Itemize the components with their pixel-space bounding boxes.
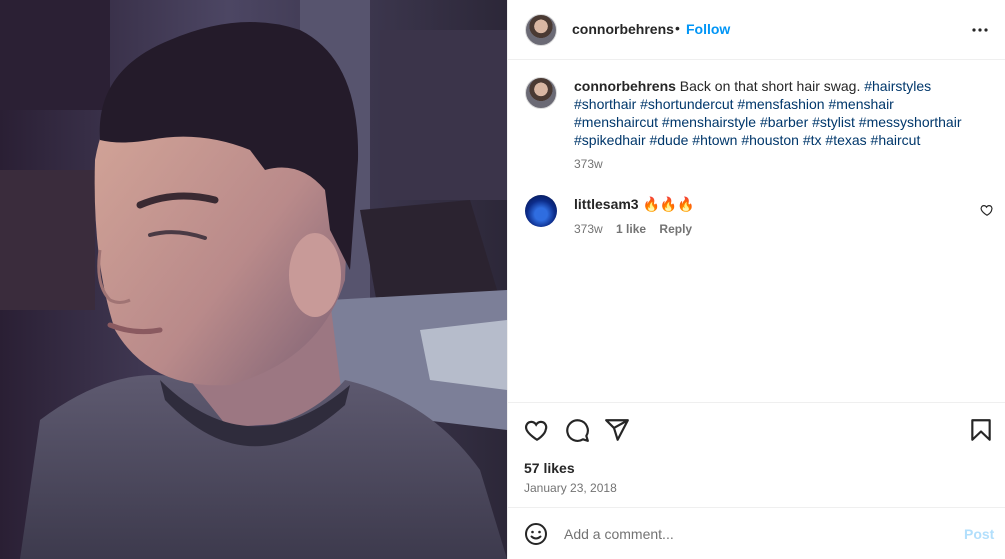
follow-button[interactable]: Follow <box>686 21 730 37</box>
caption-username[interactable]: connorbehrens <box>574 78 676 94</box>
selfie-image <box>0 0 507 559</box>
reply-button[interactable]: Reply <box>659 222 692 236</box>
comment-icon[interactable] <box>564 417 590 443</box>
comment-timestamp[interactable]: 373w <box>574 222 603 236</box>
more-horizontal-icon[interactable] <box>968 18 992 42</box>
author-username[interactable]: connorbehrens <box>572 21 674 37</box>
post-actions: 57 likes January 23, 2018 <box>508 402 1005 502</box>
comment-body: littlesam3 🔥🔥🔥 <box>574 196 695 213</box>
emoji-icon[interactable] <box>524 522 548 546</box>
post-viewer: connorbehrens • Follow connorbehrens Bac… <box>0 0 1005 559</box>
comment-heart-icon[interactable] <box>980 203 994 217</box>
commenter-avatar[interactable] <box>525 195 557 227</box>
post-comment-button[interactable]: Post <box>964 526 994 542</box>
send-icon[interactable] <box>604 417 630 443</box>
commenter-username[interactable]: littlesam3 <box>574 196 639 212</box>
author-avatar[interactable] <box>525 14 557 46</box>
comment-likes[interactable]: 1 like <box>616 222 646 236</box>
caption-timestamp[interactable]: 373w <box>574 157 603 171</box>
post-photo[interactable] <box>0 0 507 559</box>
heart-icon[interactable] <box>524 417 550 443</box>
comment-text: 🔥🔥🔥 <box>642 196 695 212</box>
caption-text: Back on that short hair swag. <box>679 78 861 94</box>
like-count[interactable]: 57 likes <box>524 460 575 476</box>
post-details-panel: connorbehrens • Follow connorbehrens Bac… <box>507 0 1005 559</box>
comment-input[interactable] <box>564 522 944 546</box>
bookmark-icon[interactable] <box>968 417 994 443</box>
comment-meta: 373w 1 like Reply <box>574 222 702 236</box>
post-date[interactable]: January 23, 2018 <box>524 481 617 495</box>
caption-author-avatar[interactable] <box>525 77 557 109</box>
post-caption: connorbehrens Back on that short hair sw… <box>574 77 974 149</box>
post-header: connorbehrens • Follow <box>508 0 1005 60</box>
comment-composer: Post <box>508 507 1005 559</box>
separator-dot: • <box>675 20 680 36</box>
